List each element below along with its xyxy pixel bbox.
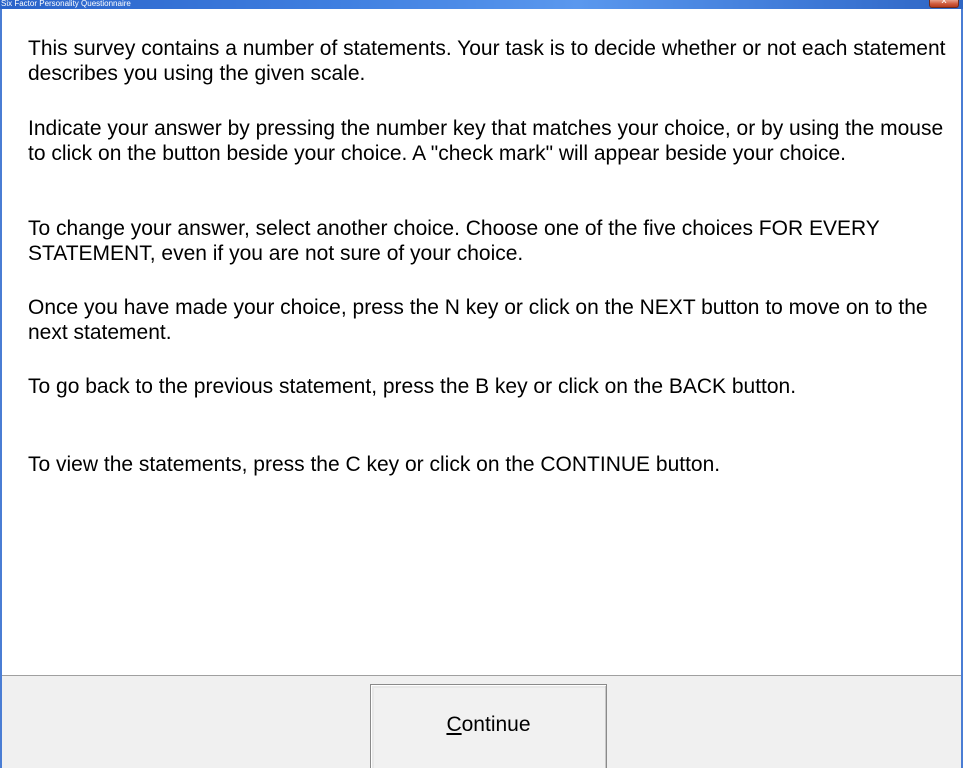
app-window: Six Factor Personality Questionnaire x T… — [0, 0, 963, 768]
instruction-paragraph-4: Once you have made your choice, press th… — [28, 296, 928, 344]
continue-button-label: Continue — [371, 712, 606, 738]
instruction-paragraph-6: To view the statements, press the C key … — [28, 453, 721, 476]
button-bar: Continue — [2, 675, 961, 768]
instruction-paragraph-3: To change your answer, select another ch… — [28, 217, 880, 265]
close-icon: x — [941, 0, 947, 6]
close-button[interactable]: x — [929, 0, 959, 8]
instruction-paragraph-1: This survey contains a number of stateme… — [28, 37, 946, 85]
instruction-paragraph-2: Indicate your answer by pressing the num… — [28, 117, 944, 165]
continue-mnemonic: C — [446, 713, 462, 736]
instruction-paragraph-5: To go back to the previous statement, pr… — [28, 375, 797, 398]
window-title: Six Factor Personality Questionnaire — [1, 0, 131, 8]
continue-button[interactable]: Continue — [370, 684, 607, 768]
title-bar[interactable]: Six Factor Personality Questionnaire x — [0, 0, 963, 9]
continue-label-rest: ontinue — [461, 713, 531, 736]
instructions-panel: This survey contains a number of stateme… — [2, 9, 961, 675]
